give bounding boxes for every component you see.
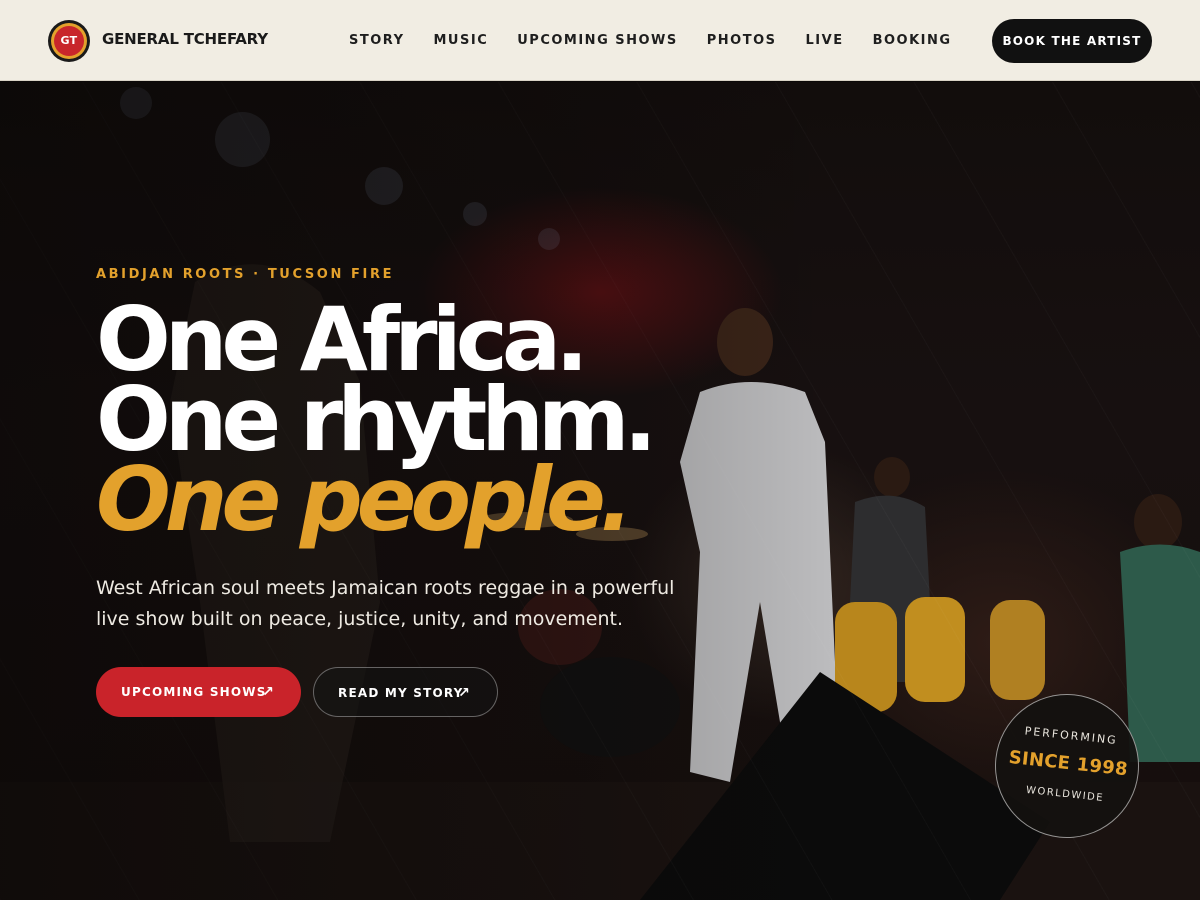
upcoming-shows-label: UPCOMING SHOWS <box>121 685 267 699</box>
main-nav: STORY MUSIC UPCOMING SHOWS PHOTOS LIVE B… <box>349 33 952 48</box>
arrow-up-right-icon: ↗ <box>262 684 275 700</box>
logo-icon[interactable]: GT <box>48 20 90 62</box>
nav-item-music[interactable]: MUSIC <box>434 33 489 48</box>
badge-main-text: SINCE 1998 <box>1007 746 1129 781</box>
hero-section: ABIDJAN ROOTS · TUCSON FIRE One Africa. … <box>0 82 1200 900</box>
read-my-story-button[interactable]: READ MY STORY ↗ <box>313 667 498 717</box>
nav-item-story[interactable]: STORY <box>349 33 405 48</box>
hero-eyebrow: ABIDJAN ROOTS · TUCSON FIRE <box>96 267 395 282</box>
site-header: GT GENERAL TCHEFARY STORY MUSIC UPCOMING… <box>0 0 1200 81</box>
arrow-up-right-icon: ↗ <box>458 685 471 701</box>
hero-subtitle: West African soul meets Jamaican roots r… <box>96 577 675 630</box>
nav-item-photos[interactable]: PHOTOS <box>707 33 777 48</box>
headline-line-3: One people. <box>96 448 633 551</box>
nav-item-live[interactable]: LIVE <box>806 33 844 48</box>
book-artist-button[interactable]: BOOK THE ARTIST <box>992 19 1152 63</box>
brand-name[interactable]: GENERAL TCHEFARY <box>102 30 268 48</box>
badge-top-text: PERFORMING <box>1024 724 1119 748</box>
nav-item-booking[interactable]: BOOKING <box>873 33 952 48</box>
badge-bottom-text: WORLDWIDE <box>1025 784 1105 805</box>
logo-monogram: GT <box>54 26 84 56</box>
hero-headline: One Africa. One rhythm. One people. <box>96 296 657 551</box>
nav-item-upcoming-shows[interactable]: UPCOMING SHOWS <box>517 33 678 48</box>
logo-ring: GT <box>51 23 87 59</box>
read-my-story-label: READ MY STORY <box>338 686 464 700</box>
upcoming-shows-button[interactable]: UPCOMING SHOWS ↗ <box>96 667 301 717</box>
